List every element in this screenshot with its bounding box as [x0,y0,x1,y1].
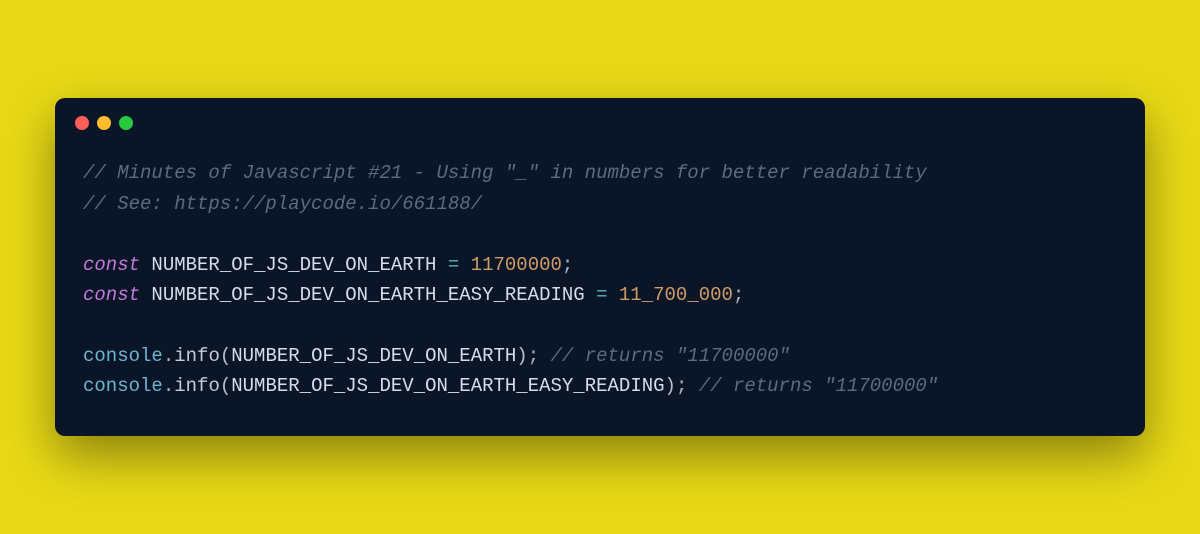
open-paren: ( [220,375,231,397]
code-editor[interactable]: // Minutes of Javascript #21 - Using "_"… [55,138,1145,435]
minimize-icon[interactable] [97,116,111,130]
titlebar [55,98,1145,138]
code-window: // Minutes of Javascript #21 - Using "_"… [55,98,1145,435]
variable-name: NUMBER_OF_JS_DEV_ON_EARTH_EASY_READING [140,284,596,306]
keyword-const: const [83,284,140,306]
number-literal: 11700000 [459,254,562,276]
inline-comment: // returns "11700000" [687,375,938,397]
comment-line-2: // See: https://playcode.io/661188/ [83,193,482,215]
close-paren: ) [516,345,527,367]
inline-comment: // returns "11700000" [539,345,790,367]
equals-operator: = [596,284,607,306]
close-paren: ) [665,375,676,397]
argument: NUMBER_OF_JS_DEV_ON_EARTH_EASY_READING [231,375,664,397]
number-literal: 11_700_000 [608,284,733,306]
zoom-icon[interactable] [119,116,133,130]
console-object: console [83,345,163,367]
open-paren: ( [220,345,231,367]
semicolon: ; [528,345,539,367]
console-object: console [83,375,163,397]
method-name: info [174,345,220,367]
close-icon[interactable] [75,116,89,130]
semicolon: ; [676,375,687,397]
equals-operator: = [448,254,459,276]
variable-name: NUMBER_OF_JS_DEV_ON_EARTH [140,254,448,276]
keyword-const: const [83,254,140,276]
method-name: info [174,375,220,397]
semicolon: ; [733,284,744,306]
dot-separator: . [163,375,174,397]
dot-separator: . [163,345,174,367]
comment-line-1: // Minutes of Javascript #21 - Using "_"… [83,162,927,184]
semicolon: ; [562,254,573,276]
argument: NUMBER_OF_JS_DEV_ON_EARTH [231,345,516,367]
